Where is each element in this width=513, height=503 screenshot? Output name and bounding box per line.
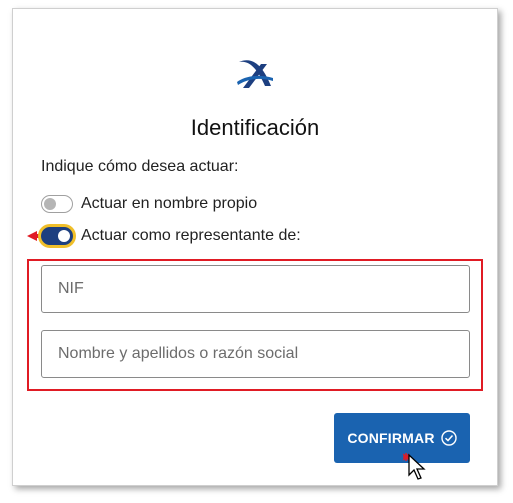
agency-logo-icon [237, 60, 273, 88]
confirm-button[interactable]: CONFIRMAR [334, 413, 470, 463]
option-representative[interactable]: Actuar como representante de: [27, 227, 301, 245]
nif-input[interactable] [41, 265, 470, 313]
dialog-title: Identificación [190, 115, 320, 140]
option-representative-label: Actuar como representante de: [81, 227, 301, 244]
identification-dialog: Identificación Indique cómo desea actuar… [12, 8, 498, 486]
check-circle-icon [440, 430, 457, 446]
confirm-button-label: CONFIRMAR [347, 430, 435, 446]
name-input[interactable] [41, 330, 470, 378]
toggle-representative[interactable] [41, 227, 73, 245]
toggle-own-name[interactable] [41, 195, 73, 213]
option-own-name[interactable]: Actuar en nombre propio [41, 195, 257, 213]
action-prompt: Indique cómo desea actuar: [41, 158, 239, 175]
option-own-name-label: Actuar en nombre propio [81, 195, 258, 212]
mouse-cursor-icon [403, 453, 426, 480]
